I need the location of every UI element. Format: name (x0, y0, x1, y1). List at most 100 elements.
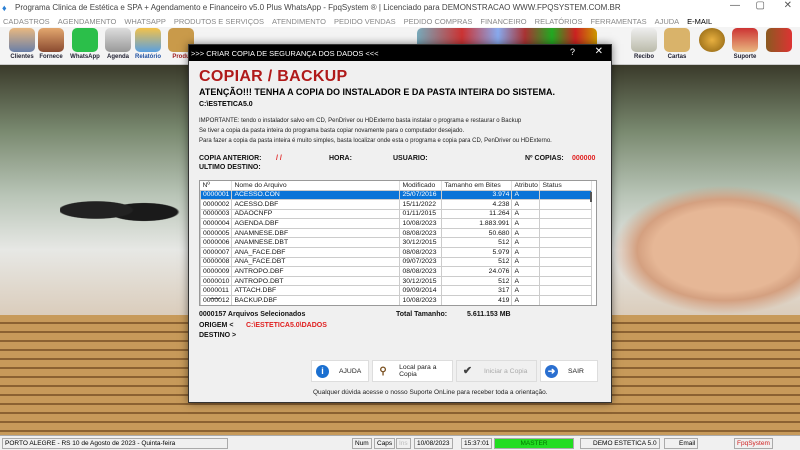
menu-cadastros[interactable]: CADASTROS (3, 17, 50, 26)
minimize-button[interactable]: — (730, 0, 740, 11)
file-row[interactable]: 0000012 BACKUP.DBF 10/08/2023 419 A (200, 295, 592, 305)
close-button[interactable]: ✕ (784, 0, 792, 11)
row-filename: ANA_FACE.DBT (231, 256, 401, 268)
file-row[interactable]: 0000011 ATTACH.DBF 09/09/2014 317 A (200, 285, 592, 297)
row-modified: 15/11/2022 (399, 199, 443, 210)
file-row[interactable]: 0000001 ACESSO.CON 25/07/2016 3.974 A (200, 189, 592, 201)
menu-email[interactable]: E-MAIL (687, 17, 712, 26)
col-nome[interactable]: Nome do Arquivo (231, 181, 401, 190)
file-row[interactable]: 0000007 ANA_FACE.DBF 08/08/2023 5.979 A (200, 247, 592, 258)
row-number: 0000008 (200, 256, 233, 268)
exit-button[interactable] (762, 28, 796, 64)
exit-door-icon (766, 28, 792, 52)
status-email[interactable]: Email (664, 438, 698, 449)
file-list[interactable]: Nº Nome do Arquivo Modificado Tamanho em… (199, 180, 597, 306)
file-row[interactable]: 0000005 ANAMNESE.DBF 08/08/2023 50.680 A (200, 227, 592, 239)
row-attribute: A (511, 227, 541, 239)
iniciar-copia-button[interactable]: ✔ Iniciar a Copia (456, 360, 537, 382)
row-modified: 30/12/2015 (399, 237, 443, 249)
n-copias-label: Nº COPIAS: (525, 155, 564, 162)
row-status (539, 189, 592, 201)
file-row[interactable]: 0000006 ANAMNESE.DBT 30/12/2015 512 A (200, 237, 592, 249)
dialog-close-button[interactable]: ✕ (595, 46, 603, 57)
suporte-button[interactable]: Suporte (728, 28, 762, 64)
row-attribute: A (511, 208, 541, 220)
row-modified: 08/08/2023 (399, 227, 443, 239)
relatorio-button[interactable]: Relatório (131, 28, 165, 64)
row-filename: ACESSO.CON (231, 189, 401, 201)
menu-agendamento[interactable]: AGENDAMENTO (58, 17, 117, 26)
maximize-button[interactable]: ▢ (756, 0, 765, 11)
col-atributo[interactable]: Atributo (511, 181, 541, 190)
col-modificado[interactable]: Modificado (399, 181, 443, 190)
status-bar: PORTO ALEGRE - RS 10 de Agosto de 2023 -… (0, 435, 800, 450)
title-bar: ♦ Programa Clinica de Estética e SPA + A… (0, 0, 800, 15)
row-attribute: A (511, 266, 541, 277)
sair-button[interactable]: ➜ SAIR (540, 360, 598, 382)
row-number: 0000011 (200, 285, 233, 297)
row-status (539, 199, 592, 210)
row-attribute: A (511, 256, 541, 268)
whatsapp-button[interactable]: WhatsApp (68, 28, 102, 64)
row-filename: BACKUP.DBF (231, 295, 401, 305)
row-filename: ANA_FACE.DBF (231, 247, 401, 258)
row-status (539, 227, 592, 239)
status-date: 10/08/2023 (414, 438, 453, 449)
row-status (539, 266, 592, 277)
selected-count: 0000157 Arquivos Selecionados (199, 311, 306, 318)
status-ins: Ins (396, 438, 411, 449)
row-attribute: A (511, 189, 541, 201)
row-size: 1.883.991 (441, 218, 513, 229)
menu-financeiro[interactable]: FINANCEIRO (480, 17, 526, 26)
menu-produtos[interactable]: PRODUTOS E SERVIÇOS (174, 17, 264, 26)
row-number: 0000002 (200, 199, 233, 210)
menu-atendimento[interactable]: ATENDIMENTO (272, 17, 326, 26)
recibo-button[interactable]: Recibo (627, 28, 661, 64)
menu-ferramentas[interactable]: FERRAMENTAS (590, 17, 646, 26)
menu-pedido-compras[interactable]: PEDIDO COMPRAS (404, 17, 473, 26)
row-number: 0000003 (200, 208, 233, 220)
file-row[interactable]: 0000004 AGENDA.DBF 10/08/2023 1.883.991 A (200, 218, 592, 229)
dialog-heading: COPIAR / BACKUP (199, 68, 348, 85)
row-size: 4.238 (441, 199, 513, 210)
file-row[interactable]: 0000013BACKUP2.DBF26/08/2013259A (200, 304, 592, 305)
destino-label: DESTINO > (199, 332, 237, 339)
row-status (539, 237, 592, 249)
row-number: 0000006 (200, 237, 233, 249)
menu-pedido-vendas[interactable]: PEDIDO VENDAS (334, 17, 396, 26)
file-row[interactable]: 0000003 ADAOCNFP 01/11/2015 11.264 A (200, 208, 592, 220)
row-modified: 09/09/2014 (399, 285, 443, 297)
supplier-icon (38, 28, 64, 52)
file-row[interactable]: 0000008 ANA_FACE.DBT 09/07/2023 512 A (200, 256, 592, 268)
col-numero[interactable]: Nº (200, 181, 233, 190)
dialog-title-bar: >>> CRIAR COPIA DE SEGURANÇA DOS DADOS <… (189, 45, 611, 61)
menu-ajuda[interactable]: AJUDA (655, 17, 680, 26)
menu-relatorios[interactable]: RELATÓRIOS (535, 17, 583, 26)
money-button[interactable] (695, 28, 729, 64)
scrollbar-thumb[interactable] (590, 192, 592, 202)
row-filename: ANTROPO.DBT (231, 275, 401, 287)
file-row[interactable]: 0000010 ANTROPO.DBT 30/12/2015 512 A (200, 275, 592, 287)
menu-bar: CADASTROS AGENDAMENTO WHATSAPP PRODUTOS … (0, 15, 800, 27)
menu-whatsapp[interactable]: WHATSAPP (124, 17, 166, 26)
fornece-button[interactable]: Fornece (34, 28, 68, 64)
cartas-button[interactable]: Cartas (660, 28, 694, 64)
local-copia-button[interactable]: ⚲ Local para a Copia (372, 360, 453, 382)
agenda-button[interactable]: Agenda (101, 28, 135, 64)
dialog-help-button[interactable]: ? (570, 47, 575, 57)
col-status[interactable]: Status (539, 181, 592, 190)
col-tamanho[interactable]: Tamanho em Bites (441, 181, 513, 190)
row-size: 5.979 (441, 247, 513, 258)
row-modified: 01/11/2015 (399, 208, 443, 220)
usuario-label: USUARIO: (393, 155, 428, 162)
row-size: 11.264 (441, 208, 513, 220)
row-size: 259 (441, 304, 513, 305)
ajuda-button[interactable]: i AJUDA (311, 360, 369, 382)
row-size: 24.076 (441, 266, 513, 277)
file-row[interactable]: 0000002 ACESSO.DBF 15/11/2022 4.238 A (200, 199, 592, 210)
row-filename: ATTACH.DBF (231, 285, 401, 297)
row-modified: 08/08/2023 (399, 266, 443, 277)
info-icon: i (316, 364, 329, 378)
file-row[interactable]: 0000009 ANTROPO.DBF 08/08/2023 24.076 A (200, 266, 592, 277)
row-filename: ANTROPO.DBF (231, 266, 401, 277)
